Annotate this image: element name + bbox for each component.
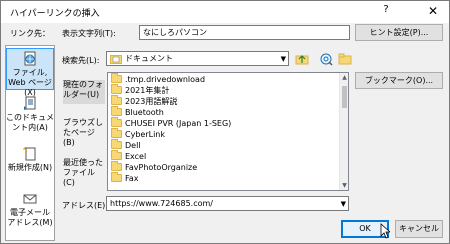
window-title: ハイパーリンクの挿入 <box>10 9 100 19</box>
new-document-icon <box>23 147 36 161</box>
list-item[interactable]: .tmp.drivedownload <box>111 73 339 85</box>
document-icon <box>24 96 36 110</box>
help-button[interactable]: ? <box>379 4 393 19</box>
scroll-down-icon[interactable]: ▼ <box>340 181 349 190</box>
browse-file-icon[interactable] <box>338 52 352 66</box>
folder-icon <box>111 84 122 94</box>
folder-icon <box>111 150 122 160</box>
linkbar-item-label: 新規作成(N) <box>7 163 53 172</box>
screentip-button[interactable]: ヒント設定(P)... <box>355 24 443 41</box>
linkbar-item-email-address[interactable]: 電子メール アドレス(M) <box>6 191 54 231</box>
list-item[interactable]: Fax <box>111 172 339 184</box>
linkbar-item-this-document[interactable]: このドキュメント内(A) <box>6 96 54 136</box>
display-text-input[interactable]: なにしろパソコン <box>139 25 350 40</box>
place-recent-files[interactable]: 最近使ったファイル(C) <box>63 158 105 187</box>
display-text-label: 表示文字列(T): <box>62 29 116 38</box>
linkbar-item-label: このドキュメント内(A) <box>6 113 54 132</box>
chevron-down-icon: ▼ <box>280 55 286 63</box>
linkbar-item-label: 電子メール アドレス(M) <box>7 208 53 227</box>
linkbar-item-web-page[interactable]: ファイル, Web ページ(X) <box>6 48 54 97</box>
list-item[interactable]: 2023用語解説 <box>111 95 339 107</box>
folder-icon <box>111 139 122 149</box>
list-item[interactable]: Bluetooth <box>111 106 339 118</box>
file-list-scrollbar[interactable]: ▲ ▼ <box>339 73 348 190</box>
list-item[interactable]: 2021年集計 <box>111 84 339 96</box>
folder-icon <box>111 73 122 83</box>
address-combo[interactable]: https://www.724685.com/ ▼ <box>106 196 349 211</box>
places-bar: 現在のフォルダー(U) ブラウズしたページ(B) 最近使ったファイル(C) <box>63 72 105 192</box>
web-page-icon <box>24 51 36 66</box>
browse-web-icon[interactable] <box>319 52 333 66</box>
look-in-value: ドキュメント <box>125 54 173 63</box>
chevron-down-icon: ▼ <box>340 200 346 208</box>
list-item[interactable]: Dell <box>111 139 339 151</box>
hyperlink-dialog: ハイパーリンクの挿入 ? ✕ リンク先： 表示文字列(T): なにしろパソコン … <box>0 0 450 244</box>
up-folder-icon[interactable] <box>295 52 309 66</box>
list-item[interactable]: CyberLink <box>111 128 339 140</box>
look-in-label: 検索先(L): <box>62 56 100 65</box>
address-label: アドレス(E): <box>62 201 108 210</box>
link-to-label: リンク先： <box>10 29 50 38</box>
linkbar-item-label: ファイル, Web ページ(X) <box>8 68 52 97</box>
scroll-thumb[interactable] <box>342 86 347 108</box>
link-to-bar: ファイル, Web ページ(X) このドキュメント内(A) 新規作成(N) 電子… <box>5 45 55 241</box>
folder-icon <box>111 95 122 105</box>
close-button[interactable]: ✕ <box>425 3 441 19</box>
title-bar: ハイパーリンクの挿入 ? ✕ <box>1 1 449 23</box>
look-in-combo[interactable]: ドキュメント ▼ <box>106 51 289 66</box>
scroll-up-icon[interactable]: ▲ <box>340 73 349 82</box>
folder-icon <box>111 128 122 138</box>
cancel-button[interactable]: キャンセル <box>395 220 443 238</box>
file-list: .tmp.drivedownload 2021年集計 2023用語解説 Blue… <box>107 72 349 191</box>
documents-folder-icon <box>110 55 122 64</box>
list-item[interactable]: Excel <box>111 150 339 162</box>
folder-icon <box>111 161 122 171</box>
email-icon <box>23 194 37 204</box>
linkbar-item-new-document[interactable]: 新規作成(N) <box>6 146 54 182</box>
bookmark-button[interactable]: ブックマーク(O)... <box>355 72 443 89</box>
list-item[interactable]: CHUSEI PVR (Japan 1-SEG) <box>111 117 339 129</box>
place-current-folder[interactable]: 現在のフォルダー(U) <box>63 80 105 104</box>
mouse-cursor-icon <box>380 223 390 239</box>
folder-icon <box>111 117 122 127</box>
place-browsed-pages[interactable]: ブラウズしたページ(B) <box>63 118 105 147</box>
folder-icon <box>111 172 122 182</box>
list-item[interactable]: FavPhotoOrganize <box>111 161 339 173</box>
folder-icon <box>111 106 122 116</box>
address-value: https://www.724685.com/ <box>110 199 213 208</box>
